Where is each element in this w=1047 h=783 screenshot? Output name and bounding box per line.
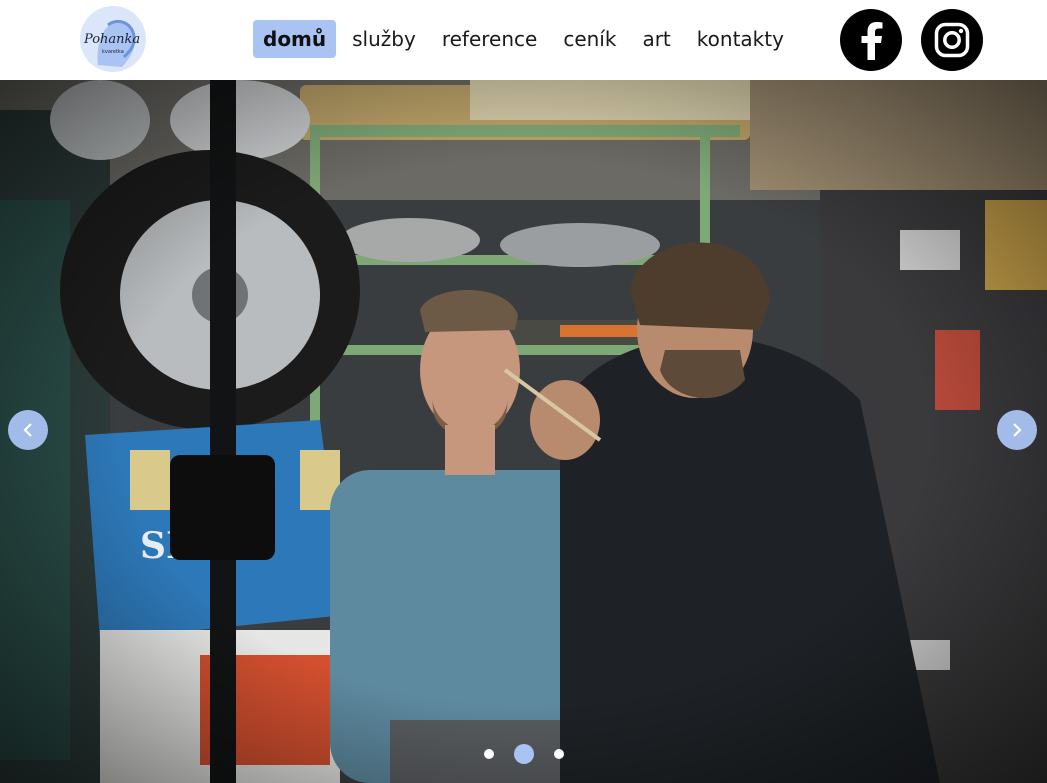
logo-mark: Pohanka kvaretka	[80, 6, 146, 72]
nav-item-sluzby[interactable]: služby	[342, 20, 426, 58]
nav-item-art[interactable]: art	[632, 20, 680, 58]
slider-dots	[0, 743, 1047, 765]
slider-dot-3[interactable]	[553, 749, 564, 759]
chevron-right-icon	[1013, 423, 1022, 437]
slider-next-button[interactable]	[997, 410, 1037, 450]
logo-subtext: kvaretka	[102, 49, 124, 55]
hero-photo: SI	[0, 80, 1047, 783]
slider-dot-1[interactable]	[483, 749, 494, 759]
site-logo[interactable]: Pohanka kvaretka	[78, 5, 148, 73]
instagram-link[interactable]	[921, 9, 983, 71]
hero-slider: SI	[0, 80, 1047, 783]
slider-dot-2[interactable]	[513, 744, 534, 764]
main-nav: domů služby reference ceník art kontakty	[253, 20, 800, 58]
facebook-link[interactable]	[840, 9, 902, 71]
nav-item-kontakty[interactable]: kontakty	[687, 20, 794, 58]
nav-item-reference[interactable]: reference	[432, 20, 548, 58]
facebook-icon	[861, 22, 883, 60]
logo-text: Pohanka	[83, 32, 140, 47]
chevron-left-icon	[23, 423, 32, 437]
nav-item-cenik[interactable]: ceník	[553, 20, 626, 58]
site-header: Pohanka kvaretka domů služby reference c…	[0, 0, 1047, 80]
instagram-icon	[934, 22, 970, 58]
nav-item-domu[interactable]: domů	[253, 20, 337, 58]
slider-prev-button[interactable]	[8, 410, 48, 450]
